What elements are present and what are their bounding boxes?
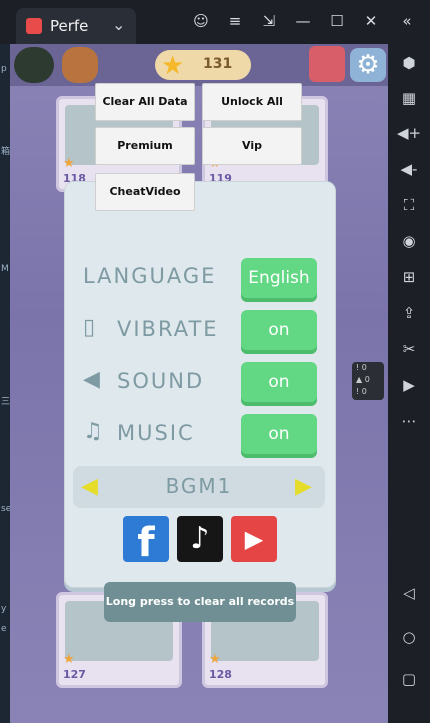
edge-text: 三 <box>1 397 11 407</box>
star-icon: ★ <box>209 652 221 667</box>
sound-label: SOUND <box>117 369 205 393</box>
title-bar: Perfe ⌄ ☺ ≡ ⇲ — ☐ ✕ « <box>0 0 430 44</box>
vip-button[interactable]: Vip <box>202 127 302 165</box>
level-number: 128 <box>209 668 232 681</box>
app-icon <box>26 18 42 34</box>
unlock-all-level-button[interactable]: Unlock All Level <box>202 83 302 144</box>
tiktok-icon[interactable]: ♪ <box>177 516 223 562</box>
info-count: ! 0 <box>356 363 367 372</box>
warning-count: ▲ 0 <box>356 375 370 384</box>
settings-gear-icon[interactable]: ⚙ <box>350 48 386 82</box>
vibrate-toggle[interactable]: on <box>241 310 317 350</box>
sound-toggle[interactable]: on <box>241 362 317 402</box>
star-counter: ★ 131 <box>155 50 251 81</box>
settings-panel: LANGUAGE English ▯ VIBRATE on ◀ SOUND on… <box>64 181 336 622</box>
star-icon: ★ <box>161 51 185 81</box>
menu-icon[interactable]: ≡ <box>224 12 246 30</box>
home-icon[interactable]: ○ <box>397 628 421 648</box>
bgm-name: BGM1 <box>165 474 233 498</box>
tab-dropdown-icon[interactable]: ⌄ <box>112 15 125 34</box>
cheat-video-button[interactable]: CheatVideo <box>95 173 195 211</box>
language-button[interactable]: English <box>241 258 317 298</box>
star-icon: ★ <box>63 156 75 171</box>
music-toggle[interactable]: on <box>241 414 317 454</box>
promo-icon[interactable] <box>309 46 345 82</box>
music-label: MUSIC <box>117 421 195 445</box>
resize-icon[interactable]: ⇲ <box>258 12 280 30</box>
emulator-sidebar: ⬢ ▦ ◀+ ◀- ⛶ ◉ ⊞ ⇪ ✂ ▶ ⋯ ◁ ○ ▢ <box>388 44 430 723</box>
language-label: LANGUAGE <box>83 264 217 288</box>
collapse-sidebar-icon[interactable]: « <box>396 12 418 30</box>
capybara-avatar[interactable] <box>62 47 98 83</box>
volume-down-icon[interactable]: ◀- <box>397 160 421 180</box>
vibrate-icon: ▯ <box>83 315 96 340</box>
fullscreen-icon[interactable]: ⛶ <box>397 196 421 216</box>
minimize-icon[interactable]: — <box>292 12 314 30</box>
star-icon: ★ <box>63 652 75 667</box>
volume-up-icon[interactable]: ◀+ <box>397 124 421 144</box>
hexagon-icon[interactable]: ⬢ <box>397 54 421 74</box>
music-note-icon: ♫ <box>83 419 103 444</box>
record-icon[interactable]: ▶ <box>397 376 421 396</box>
clear-records-button[interactable]: Long press to clear all records <box>104 582 296 622</box>
edge-text: p <box>1 64 7 74</box>
more-icon[interactable]: ⋯ <box>397 412 421 432</box>
app-tab[interactable]: Perfe ⌄ <box>16 8 136 44</box>
warnings-counter: ! 0 ▲ 0 ! 0 <box>352 362 384 400</box>
clear-all-data-button[interactable]: Clear All Data <box>95 83 195 121</box>
youtube-icon[interactable]: ▶ <box>231 516 277 562</box>
edge-text: M <box>1 264 9 274</box>
maximize-icon[interactable]: ☐ <box>326 12 348 30</box>
edge-text: e <box>1 624 7 634</box>
error-count: ! 0 <box>356 387 367 396</box>
account-icon[interactable]: ☺ <box>190 12 212 30</box>
game-viewport[interactable]: ★ 131 ⚙ ★ 118 ★ 119 ★ 127 ★ 128 LANGUAGE… <box>10 44 388 723</box>
facebook-icon[interactable]: f <box>123 516 169 566</box>
vibrate-label: VIBRATE <box>117 317 219 341</box>
scissors-icon[interactable]: ✂ <box>397 340 421 360</box>
pumpkin-icon[interactable] <box>14 47 54 83</box>
next-bgm-icon[interactable]: ▶ <box>295 474 312 499</box>
apk-install-icon[interactable]: ⇪ <box>397 304 421 324</box>
star-count: 131 <box>203 56 233 72</box>
background-window-edge: p 箱 M 三 se y e <box>0 44 11 723</box>
close-icon[interactable]: ✕ <box>360 12 382 30</box>
premium-button[interactable]: Premium <box>95 127 195 165</box>
bgm-selector: ◀ BGM1 ▶ <box>73 466 325 508</box>
edge-text: y <box>1 604 7 614</box>
recents-icon[interactable]: ▢ <box>397 670 421 690</box>
back-icon[interactable]: ◁ <box>397 584 421 604</box>
game-hud: ★ 131 ⚙ <box>10 44 388 86</box>
add-app-icon[interactable]: ⊞ <box>397 268 421 288</box>
level-number: 127 <box>63 668 86 681</box>
keyboard-icon[interactable]: ▦ <box>397 89 421 109</box>
edge-text: 箱 <box>1 147 11 157</box>
tab-title: Perfe <box>50 17 89 35</box>
speaker-icon: ◀ <box>83 367 100 392</box>
location-icon[interactable]: ◉ <box>397 232 421 252</box>
